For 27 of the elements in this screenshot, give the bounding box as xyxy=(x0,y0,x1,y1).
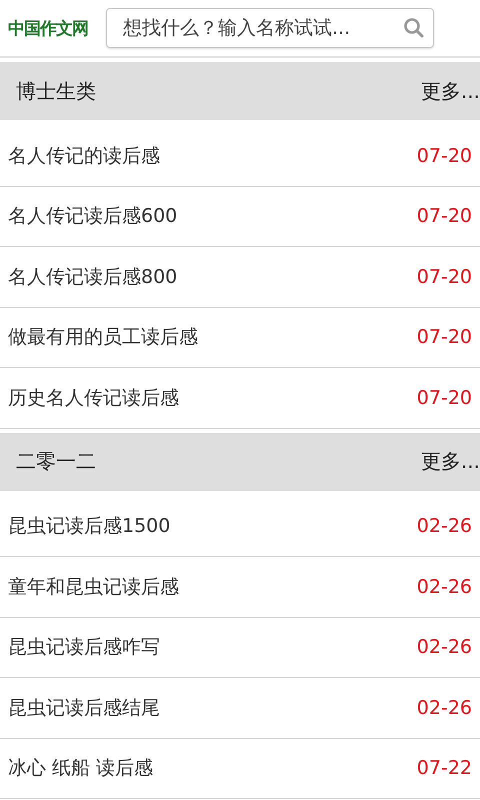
article-link[interactable]: 昆虫记读后感结尾 xyxy=(8,694,160,721)
more-link[interactable]: 更多... xyxy=(420,78,480,104)
article-date: 07-20 xyxy=(416,205,472,228)
article-date: 02-26 xyxy=(416,636,472,658)
section-title: 博士生类 xyxy=(16,78,96,104)
article-date: 07-20 xyxy=(416,266,472,288)
article-link[interactable]: 昆虫记读后感1500 xyxy=(8,513,170,540)
article-link[interactable]: 名人传记读后感600 xyxy=(8,203,178,230)
search-field[interactable]: 想找什么？输入名称试试... xyxy=(106,8,434,48)
article-date: 02-26 xyxy=(416,696,472,719)
article-date: 07-20 xyxy=(416,326,472,348)
section-title: 二零一二 xyxy=(16,448,96,475)
article-date: 02-26 xyxy=(416,515,472,538)
article-link[interactable]: 名人传记读后感800 xyxy=(8,264,178,290)
article-date: 07-20 xyxy=(416,386,472,409)
article-link[interactable]: 冰心 纸船 读后感 xyxy=(8,755,154,782)
search-icon[interactable] xyxy=(403,17,425,39)
article-date: 07-22 xyxy=(416,757,472,780)
more-link[interactable]: 更多... xyxy=(420,448,480,475)
article-link[interactable]: 童年和昆虫记读后感 xyxy=(8,574,179,600)
article-link[interactable]: 名人传记的读后感 xyxy=(8,142,160,169)
article-link[interactable]: 昆虫记读后感咋写 xyxy=(8,634,160,660)
article-link[interactable]: 做最有用的员工读后感 xyxy=(8,324,198,350)
article-date: 02-26 xyxy=(416,576,472,598)
article-date: 07-20 xyxy=(416,144,472,167)
article-link[interactable]: 历史名人传记读后感 xyxy=(8,384,179,411)
site-logo[interactable]: 中国作文网 xyxy=(8,16,92,40)
